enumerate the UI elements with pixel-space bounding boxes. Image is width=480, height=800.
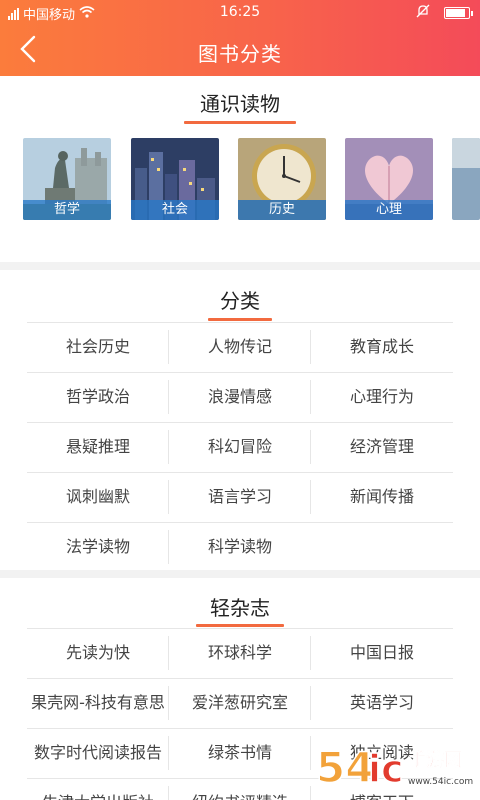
magazine-item[interactable]: 英语学习 bbox=[311, 678, 453, 728]
section-divider bbox=[0, 570, 480, 578]
category-item[interactable]: 教育成长 bbox=[311, 322, 453, 372]
cover-psychology[interactable]: 心理 bbox=[345, 138, 433, 220]
column-divider bbox=[168, 636, 169, 670]
general-reading-title: 通识读物 bbox=[200, 92, 280, 116]
column-divider bbox=[310, 330, 311, 364]
svg-text:www.54ic.com: www.54ic.com bbox=[408, 777, 473, 787]
column-divider bbox=[168, 686, 169, 720]
cover-society[interactable]: 社会 bbox=[131, 138, 219, 220]
cover-label: 社会 bbox=[131, 200, 219, 220]
column-divider bbox=[168, 786, 169, 800]
column-divider bbox=[310, 736, 311, 770]
column-divider bbox=[310, 686, 311, 720]
section-underline bbox=[208, 318, 272, 321]
section-divider bbox=[0, 262, 480, 270]
category-item[interactable]: 法学读物 bbox=[27, 522, 169, 572]
magazine-item[interactable]: 环球科学 bbox=[169, 628, 311, 678]
categories-title: 分类 bbox=[220, 289, 260, 313]
category-item[interactable]: 科幻冒险 bbox=[169, 422, 311, 472]
row-divider bbox=[27, 728, 453, 729]
category-item[interactable]: 新闻传播 bbox=[311, 472, 453, 522]
column-divider bbox=[168, 330, 169, 364]
cover-label: 历史 bbox=[238, 200, 326, 220]
magazine-item[interactable]: 爱洋葱研究室 bbox=[169, 678, 311, 728]
category-item[interactable]: 讽刺幽默 bbox=[27, 472, 169, 522]
row-divider bbox=[27, 372, 453, 373]
category-item[interactable]: 科学读物 bbox=[169, 522, 311, 572]
svg-text:54: 54 bbox=[316, 743, 374, 792]
magazine-item[interactable]: 纽约书评精选 bbox=[169, 778, 311, 800]
category-item[interactable]: 悬疑推理 bbox=[27, 422, 169, 472]
magazine-item[interactable]: 数字时代阅读报告 bbox=[27, 728, 169, 778]
cover-image-partial bbox=[452, 138, 480, 220]
magazine-item[interactable]: 绿茶书情 bbox=[169, 728, 311, 778]
row-divider bbox=[27, 472, 453, 473]
svg-text:ic: ic bbox=[368, 747, 404, 791]
row-divider bbox=[27, 678, 453, 679]
column-divider bbox=[168, 480, 169, 514]
magazine-item[interactable]: 牛津大学出版社 bbox=[27, 778, 169, 800]
category-item[interactable]: 浪漫情感 bbox=[169, 372, 311, 422]
category-item[interactable]: 哲学政治 bbox=[27, 372, 169, 422]
column-divider bbox=[168, 430, 169, 464]
cover-philosophy[interactable]: 哲学 bbox=[23, 138, 111, 220]
section-underline bbox=[184, 121, 296, 124]
column-divider bbox=[310, 480, 311, 514]
category-item[interactable]: 语言学习 bbox=[169, 472, 311, 522]
cover-label: 哲学 bbox=[23, 200, 111, 220]
magazine-item[interactable]: 先读为快 bbox=[27, 628, 169, 678]
row-divider bbox=[27, 628, 453, 629]
page-title: 图书分类 bbox=[198, 42, 282, 66]
column-divider bbox=[310, 636, 311, 670]
cover-next-partial[interactable] bbox=[452, 138, 480, 220]
category-item[interactable]: 社会历史 bbox=[27, 322, 169, 372]
magazines-title: 轻杂志 bbox=[210, 596, 270, 620]
section-underline bbox=[196, 624, 284, 627]
category-item[interactable]: 心理行为 bbox=[311, 372, 453, 422]
clock: 16:25 bbox=[219, 4, 261, 20]
cover-history[interactable]: 历史 bbox=[238, 138, 326, 220]
status-bar: 中国移动 16:25 bbox=[0, 0, 480, 24]
site-watermark: 54 ic 手游网 www.54ic.com bbox=[315, 738, 474, 796]
svg-text:手游网: 手游网 bbox=[408, 749, 462, 771]
cover-label: 心理 bbox=[345, 200, 433, 220]
row-divider bbox=[27, 422, 453, 423]
category-item[interactable]: 人物传记 bbox=[169, 322, 311, 372]
column-divider bbox=[168, 380, 169, 414]
app-header: 中国移动 16:25 图书分类 bbox=[0, 0, 480, 76]
column-divider bbox=[168, 530, 169, 564]
category-item[interactable]: 经济管理 bbox=[311, 422, 453, 472]
magazine-item[interactable]: 果壳网-科技有意思 bbox=[27, 678, 169, 728]
column-divider bbox=[310, 786, 311, 800]
magazine-item[interactable]: 中国日报 bbox=[311, 628, 453, 678]
column-divider bbox=[310, 380, 311, 414]
bell-muted-icon bbox=[416, 4, 430, 22]
row-divider bbox=[27, 522, 453, 523]
column-divider bbox=[168, 736, 169, 770]
row-divider bbox=[27, 322, 453, 323]
battery-icon bbox=[444, 7, 473, 19]
column-divider bbox=[310, 430, 311, 464]
